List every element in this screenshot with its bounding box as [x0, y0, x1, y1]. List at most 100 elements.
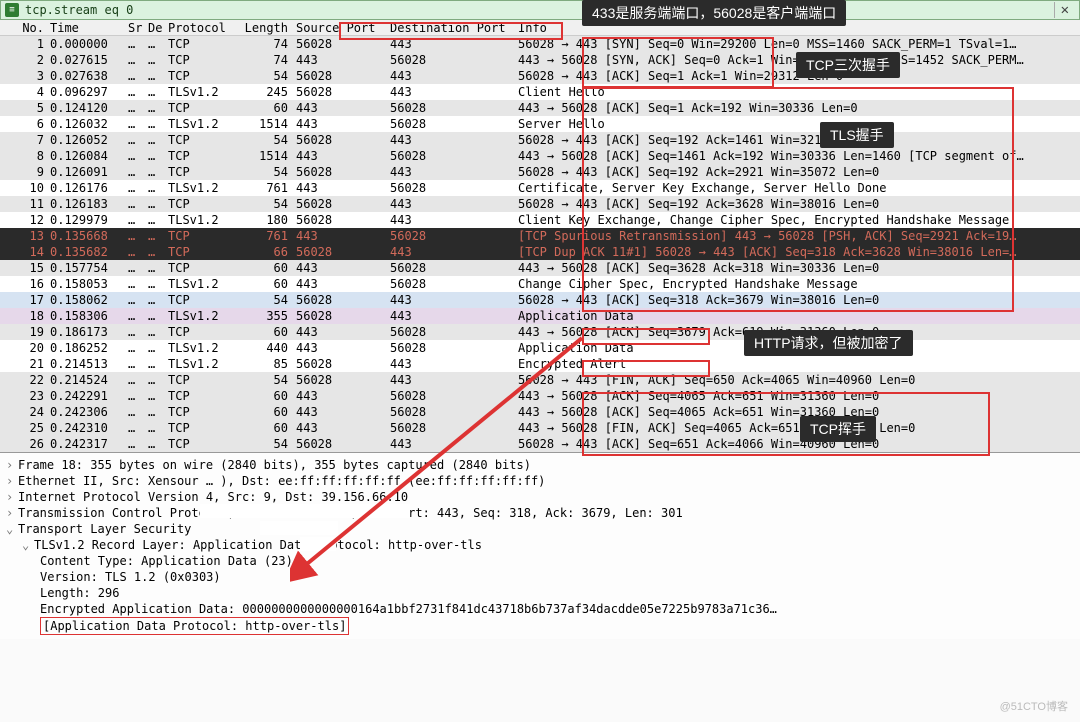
mask	[200, 504, 410, 518]
table-row[interactable]: 230.242291……TCP6044356028443 → 56028 [AC…	[0, 388, 1080, 404]
cell-dst: …	[148, 148, 168, 164]
col-source-port[interactable]: Source Port	[296, 20, 390, 35]
cell-sport: 56028	[296, 356, 390, 372]
detail-appdata-proto[interactable]: [Application Data Protocol: http-over-tl…	[6, 617, 1074, 635]
table-row[interactable]: 100.126176……TLSv1.276144356028Certificat…	[0, 180, 1080, 196]
cell-info: [TCP Spurious Retransmission] 443 → 5602…	[518, 228, 1076, 244]
cell-time: 0.214513	[50, 356, 128, 372]
table-row[interactable]: 50.124120……TCP6044356028443 → 56028 [ACK…	[0, 100, 1080, 116]
cell-dst: …	[148, 180, 168, 196]
cell-no: 15	[4, 260, 50, 276]
table-row[interactable]: 240.242306……TCP6044356028443 → 56028 [AC…	[0, 404, 1080, 420]
col-no[interactable]: No.	[4, 20, 50, 35]
detail-length[interactable]: Length: 296	[6, 585, 1074, 601]
table-row[interactable]: 70.126052……TCP545602844356028 → 443 [ACK…	[0, 132, 1080, 148]
cell-dst: …	[148, 36, 168, 52]
cell-src: …	[128, 228, 148, 244]
table-row[interactable]: 260.242317……TCP545602844356028 → 443 [AC…	[0, 436, 1080, 452]
cell-sport: 56028	[296, 244, 390, 260]
table-row[interactable]: 200.186252……TLSv1.244044356028Applicatio…	[0, 340, 1080, 356]
cell-proto: TLSv1.2	[168, 308, 238, 324]
col-dst[interactable]: De	[148, 20, 168, 35]
detail-encdata[interactable]: Encrypted Application Data: 000000000000…	[6, 601, 1074, 617]
cell-dport: 56028	[390, 260, 518, 276]
expander-icon[interactable]: ›	[6, 505, 18, 521]
table-row[interactable]: 80.126084……TCP151444356028443 → 56028 [A…	[0, 148, 1080, 164]
cell-dst: …	[148, 436, 168, 452]
table-row[interactable]: 220.214524……TCP545602844356028 → 443 [FI…	[0, 372, 1080, 388]
cell-proto: TCP	[168, 132, 238, 148]
packet-details[interactable]: ›Frame 18: 355 bytes on wire (2840 bits)…	[0, 452, 1080, 639]
table-row[interactable]: 160.158053……TLSv1.26044356028Change Ciph…	[0, 276, 1080, 292]
detail-eth[interactable]: ›Ethernet II, Src: Xensour … ), Dst: ee:…	[6, 473, 1074, 489]
cell-len: 1514	[238, 116, 296, 132]
cell-time: 0.135682	[50, 244, 128, 260]
col-src[interactable]: Sr	[128, 20, 148, 35]
table-row[interactable]: 190.186173……TCP6044356028443 → 56028 [AC…	[0, 324, 1080, 340]
cell-len: 761	[238, 180, 296, 196]
detail-ip[interactable]: ›Internet Protocol Version 4, Src: 9, Ds…	[6, 489, 1074, 505]
table-row[interactable]: 170.158062……TCP545602844356028 → 443 [AC…	[0, 292, 1080, 308]
cell-dport: 56028	[390, 420, 518, 436]
detail-content-type[interactable]: Content Type: Application Data (23)	[6, 553, 1074, 569]
detail-tls[interactable]: ⌄Transport Layer Security	[6, 521, 1074, 537]
cell-info: Client Hello	[518, 84, 1076, 100]
table-row[interactable]: 130.135668……TCP76144356028[TCP Spurious …	[0, 228, 1080, 244]
cell-src: …	[128, 324, 148, 340]
cell-src: …	[128, 180, 148, 196]
expander-icon[interactable]: ⌄	[22, 537, 34, 553]
filter-icon[interactable]: ≡	[5, 3, 19, 17]
cell-dport: 443	[390, 244, 518, 260]
cell-dst: …	[148, 132, 168, 148]
col-dest-port[interactable]: Destination Port	[390, 20, 518, 35]
cell-proto: TCP	[168, 244, 238, 260]
col-time[interactable]: Time	[50, 20, 128, 35]
table-row[interactable]: 20.027615……TCP7444356028443 → 56028 [SYN…	[0, 52, 1080, 68]
table-row[interactable]: 150.157754……TCP6044356028443 → 56028 [AC…	[0, 260, 1080, 276]
cell-proto: TCP	[168, 36, 238, 52]
table-row[interactable]: 90.126091……TCP545602844356028 → 443 [ACK…	[0, 164, 1080, 180]
packet-list[interactable]: 10.000000……TCP745602844356028 → 443 [SYN…	[0, 36, 1080, 452]
cell-info: 443 → 56028 [ACK] Seq=4065 Ack=651 Win=3…	[518, 404, 1076, 420]
table-row[interactable]: 10.000000……TCP745602844356028 → 443 [SYN…	[0, 36, 1080, 52]
expander-icon[interactable]: ›	[6, 457, 18, 473]
expander-icon[interactable]: ⌄	[6, 521, 18, 537]
cell-src: …	[128, 292, 148, 308]
filter-text[interactable]: tcp.stream eq 0	[25, 3, 1054, 17]
cell-time: 0.126176	[50, 180, 128, 196]
table-row[interactable]: 30.027638……TCP545602844356028 → 443 [ACK…	[0, 68, 1080, 84]
cell-dst: …	[148, 196, 168, 212]
cell-time: 0.242317	[50, 436, 128, 452]
cell-proto: TCP	[168, 372, 238, 388]
cell-src: …	[128, 436, 148, 452]
cell-no: 4	[4, 84, 50, 100]
expander-icon[interactable]: ›	[6, 473, 18, 489]
cell-dst: …	[148, 388, 168, 404]
cell-sport: 56028	[296, 372, 390, 388]
detail-tcp[interactable]: ›Transmission Control Protocol, Src Port…	[6, 505, 1074, 521]
expander-icon[interactable]: ›	[6, 489, 18, 505]
table-row[interactable]: 60.126032……TLSv1.2151444356028Server Hel…	[0, 116, 1080, 132]
filter-bar[interactable]: ≡ tcp.stream eq 0 ✕	[0, 0, 1080, 20]
cell-info: 443 → 56028 [ACK] Seq=4065 Ack=651 Win=3…	[518, 388, 1076, 404]
cell-sport: 443	[296, 260, 390, 276]
col-protocol[interactable]: Protocol	[168, 20, 238, 35]
col-length[interactable]: Length	[238, 20, 296, 35]
detail-version[interactable]: Version: TLS 1.2 (0x0303)	[6, 569, 1074, 585]
close-icon[interactable]: ✕	[1054, 2, 1075, 18]
table-row[interactable]: 210.214513……TLSv1.28556028443Encrypted A…	[0, 356, 1080, 372]
table-row[interactable]: 180.158306……TLSv1.235556028443Applicatio…	[0, 308, 1080, 324]
table-row[interactable]: 250.242310……TCP6044356028443 → 56028 [FI…	[0, 420, 1080, 436]
table-row[interactable]: 40.096297……TLSv1.224556028443Client Hell…	[0, 84, 1080, 100]
detail-frame[interactable]: ›Frame 18: 355 bytes on wire (2840 bits)…	[6, 457, 1074, 473]
cell-dst: …	[148, 276, 168, 292]
cell-dport: 443	[390, 356, 518, 372]
table-row[interactable]: 140.135682……TCP6656028443[TCP Dup ACK 11…	[0, 244, 1080, 260]
table-row[interactable]: 120.129979……TLSv1.218056028443Client Key…	[0, 212, 1080, 228]
cell-src: …	[128, 148, 148, 164]
cell-dport: 56028	[390, 228, 518, 244]
cell-info: Certificate, Server Key Exchange, Server…	[518, 180, 1076, 196]
cell-src: …	[128, 116, 148, 132]
detail-tls-record[interactable]: ⌄TLSv1.2 Record Layer: Application Data …	[6, 537, 1074, 553]
table-row[interactable]: 110.126183……TCP545602844356028 → 443 [AC…	[0, 196, 1080, 212]
